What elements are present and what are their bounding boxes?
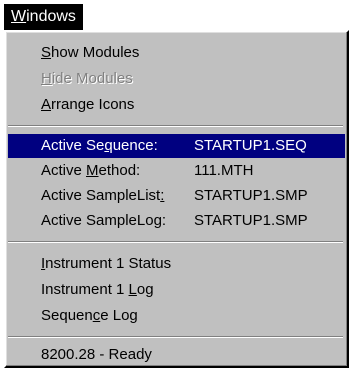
menu-item-active-method[interactable]: Active Method: 111.MTH — [8, 159, 345, 183]
menu-item-label: Instrument 1 Status — [41, 255, 172, 272]
menu-item-active-samplelist[interactable]: Active SampleList: STARTUP1.SMP — [8, 184, 345, 208]
menu-item-label: Arrange Icons — [41, 96, 135, 113]
windows-menu-title[interactable]: Windows — [4, 4, 83, 30]
menu-item-instrument-1-log[interactable]: Instrument 1 Log — [8, 278, 345, 302]
menu-separator — [8, 241, 343, 243]
menu-item-label: Active SampleLog: — [41, 212, 167, 229]
menu-item-active-sequence[interactable]: Active Sequence: STARTUP1.SEQ — [8, 134, 345, 158]
menu-separator — [8, 336, 343, 338]
menu-item-value: STARTUP1.SMP — [194, 212, 308, 229]
menu-separator — [8, 125, 343, 127]
windows-mnemonic: W — [11, 8, 27, 25]
menu-item-value: 111.MTH — [194, 162, 254, 179]
menu-item-label: Show Modules — [41, 44, 140, 61]
menu-item-active-samplelog[interactable]: Active SampleLog: STARTUP1.SMP — [8, 209, 345, 233]
menu-item-value: STARTUP1.SEQ — [194, 137, 307, 154]
windows-menu-rest: indows — [26, 8, 76, 25]
menu-item-label: 8200.28 - Ready — [41, 346, 152, 363]
menu-item-instrument-1-status[interactable]: Instrument 1 Status — [8, 252, 345, 276]
menu-item-instrument-status[interactable]: 8200.28 - Ready — [8, 343, 345, 367]
menu-item-label: Instrument 1 Log — [41, 281, 154, 298]
menu-item-value: STARTUP1.SMP — [194, 187, 308, 204]
menu-item-show-modules[interactable]: Show Modules — [8, 41, 345, 65]
menu-item-label: Sequence Log — [41, 307, 138, 324]
windows-dropdown-menu: Show Modules Hide Modules Arrange Icons … — [4, 30, 349, 368]
menu-item-label: Active Method: — [41, 162, 141, 179]
menu-item-label: Active Sequence: — [41, 137, 158, 154]
screen: Windows Show Modules Hide Modules Arrang… — [0, 0, 349, 368]
menu-item-sequence-log[interactable]: Sequence Log — [8, 304, 345, 328]
menu-item-arrange-icons[interactable]: Arrange Icons — [8, 93, 345, 117]
menu-item-label: Hide Modules — [41, 70, 133, 87]
menu-item-hide-modules: Hide Modules — [8, 67, 345, 91]
menu-item-label: Active SampleList: — [41, 187, 165, 204]
